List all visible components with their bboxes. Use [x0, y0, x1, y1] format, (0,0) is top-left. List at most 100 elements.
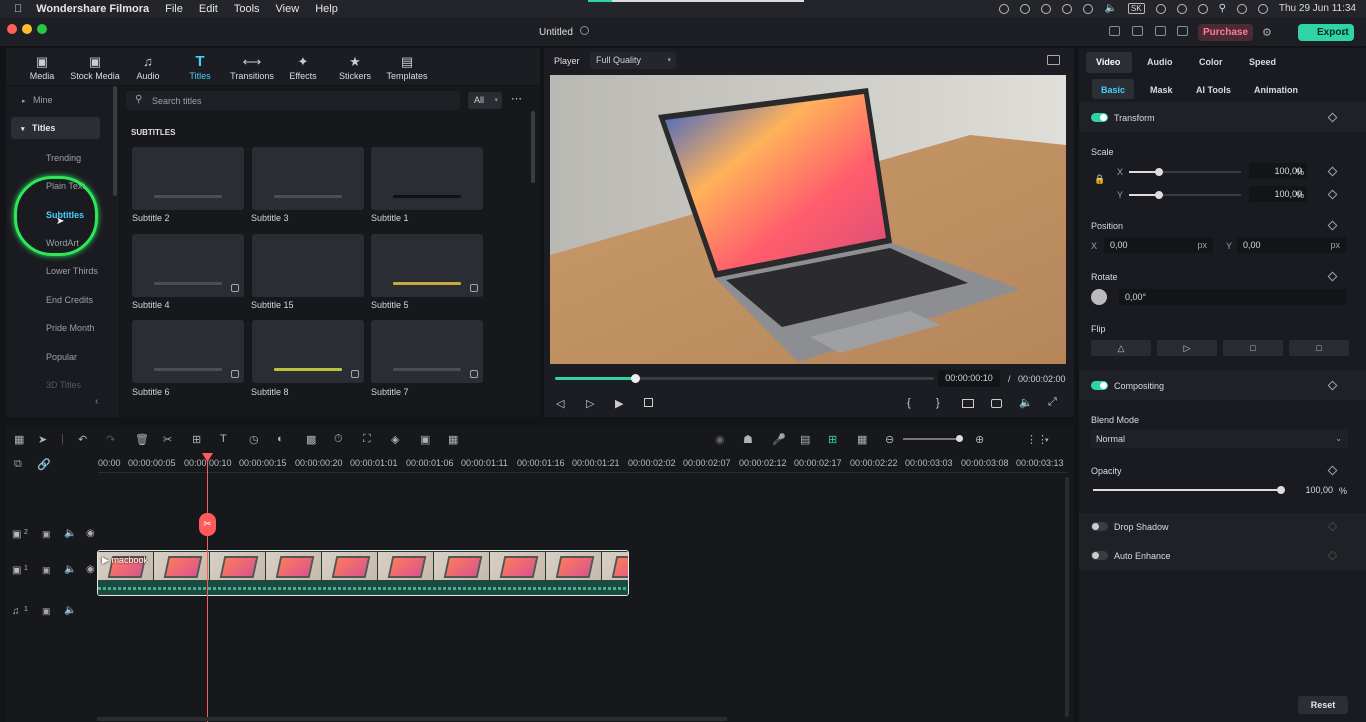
tab-color[interactable]: Color: [1199, 57, 1223, 67]
fit-icon[interactable]: ⛶: [363, 433, 371, 446]
trash-icon[interactable]: [1083, 3, 1094, 14]
download-icon[interactable]: [231, 284, 239, 292]
speed-icon[interactable]: ◷: [249, 433, 259, 446]
apple-icon[interactable]: : [14, 3, 22, 15]
menu-help[interactable]: Help: [315, 3, 338, 15]
menu-file[interactable]: File: [165, 3, 183, 15]
title-thumbnail[interactable]: [132, 234, 244, 297]
timeline-v-scrollbar[interactable]: [1065, 477, 1069, 717]
lock-icon[interactable]: ▣: [42, 565, 51, 576]
subtab-animation[interactable]: Animation: [1254, 85, 1298, 95]
rotate-right-button[interactable]: □: [1223, 340, 1283, 356]
datetime[interactable]: Thu 29 Jun 11:34: [1279, 3, 1356, 14]
trim-icon[interactable]: ▦: [448, 433, 458, 446]
zoom-handle[interactable]: [956, 435, 963, 442]
keyframe-diamond-icon[interactable]: [1327, 189, 1338, 200]
next-frame-icon[interactable]: ▷: [586, 397, 594, 410]
app-name[interactable]: Wondershare Filmora: [36, 3, 149, 15]
grid-scrollbar[interactable]: [531, 111, 535, 183]
flip-vertical-button[interactable]: ▷: [1157, 340, 1217, 356]
download-icon[interactable]: [351, 370, 359, 378]
zoom-in-icon[interactable]: ⊕: [975, 433, 984, 446]
mic-icon[interactable]: 🎤: [772, 433, 786, 446]
title-thumbnail[interactable]: [371, 147, 483, 210]
chevron-down-icon[interactable]: ▾: [1045, 436, 1049, 444]
position-y-input[interactable]: 0,00 px: [1237, 237, 1346, 253]
split-icon[interactable]: ✂: [163, 433, 172, 446]
tab-audio[interactable]: ♫ Audio: [118, 54, 178, 81]
sidebar-item-mine[interactable]: ▸ Mine: [6, 95, 119, 105]
spotlight-icon[interactable]: ⚲: [1219, 3, 1226, 14]
ai-icon[interactable]: ▩: [306, 433, 316, 446]
slider-handle[interactable]: [1155, 191, 1163, 199]
keyboard-layout[interactable]: SK: [1127, 3, 1145, 14]
lock-icon[interactable]: ▣: [42, 606, 51, 617]
keyframe-diamond-icon[interactable]: [1327, 166, 1338, 177]
add-track-icon[interactable]: ⧉: [14, 458, 22, 471]
download-icon[interactable]: [470, 370, 478, 378]
undo-icon[interactable]: ↶: [78, 433, 87, 446]
blend-mode-select[interactable]: Normal ⌄: [1091, 430, 1348, 448]
close-window-button[interactable]: [7, 24, 17, 34]
menu-tools[interactable]: Tools: [234, 3, 260, 15]
title-thumbnail[interactable]: [252, 320, 364, 383]
sidebar-item-popular[interactable]: Popular: [6, 352, 119, 362]
camera-icon[interactable]: [991, 399, 1002, 408]
volume-icon[interactable]: 🔈: [1019, 396, 1033, 409]
battery-icon[interactable]: [1176, 3, 1187, 14]
slider-handle[interactable]: [1155, 168, 1163, 176]
search-input[interactable]: Search titles: [152, 96, 202, 106]
layout-icon[interactable]: [1109, 26, 1120, 36]
sidebar-scrollbar[interactable]: [113, 86, 117, 196]
tab-audio[interactable]: Audio: [1147, 57, 1173, 67]
marker-icon[interactable]: ☗: [743, 433, 753, 446]
rotate-left-button[interactable]: □: [1289, 340, 1349, 356]
eye-icon[interactable]: ◉: [86, 564, 95, 575]
filter-dropdown[interactable]: All ▾: [468, 92, 502, 109]
playhead[interactable]: [207, 456, 208, 722]
timeline-h-scrollbar[interactable]: [97, 717, 727, 721]
opacity-slider[interactable]: [1093, 486, 1285, 494]
sidebar-item-titles[interactable]: ▾ Titles: [11, 117, 100, 139]
stop-icon[interactable]: [644, 398, 653, 407]
sidebar-item-pride-month[interactable]: Pride Month: [6, 323, 119, 333]
purchase-button[interactable]: Purchase: [1198, 24, 1253, 41]
reset-button[interactable]: Reset: [1298, 696, 1348, 714]
mute-icon[interactable]: 🔈: [64, 564, 76, 575]
flip-horizontal-button[interactable]: △: [1091, 340, 1151, 356]
tab-stickers[interactable]: ★ Stickers: [325, 54, 385, 81]
collapse-icon[interactable]: ‹: [95, 396, 98, 407]
play-icon[interactable]: ▶: [615, 397, 623, 410]
tab-effects[interactable]: ✦ Effects: [273, 54, 333, 81]
control-center-icon[interactable]: [1236, 3, 1247, 14]
playback-scrubber[interactable]: [555, 374, 934, 383]
title-thumbnail[interactable]: [371, 234, 483, 297]
mute-icon[interactable]: 🔈: [64, 605, 76, 616]
siri-icon[interactable]: [1257, 3, 1268, 14]
tab-titles[interactable]: T Titles: [170, 54, 230, 81]
select-tool-icon[interactable]: ➤: [38, 433, 47, 446]
grid-icon[interactable]: [1177, 26, 1188, 36]
layout-grid-icon[interactable]: ▦: [14, 433, 24, 446]
volume-icon[interactable]: 🔈: [1104, 3, 1116, 14]
auto-enhance-toggle[interactable]: [1091, 551, 1108, 560]
title-thumbnail[interactable]: [132, 320, 244, 383]
position-x-input[interactable]: 0,00 px: [1104, 237, 1213, 253]
zoom-slider[interactable]: [903, 435, 963, 442]
eye-icon[interactable]: ◉: [86, 528, 95, 539]
cursor-icon[interactable]: [1062, 3, 1073, 14]
tab-stock-media[interactable]: ▣ Stock Media: [65, 54, 125, 81]
tab-media[interactable]: ▣ Media: [12, 54, 72, 81]
text-icon[interactable]: T: [220, 433, 227, 445]
color-icon[interactable]: ◐: [277, 433, 284, 445]
prev-frame-icon[interactable]: ◁: [556, 397, 564, 410]
video-clip[interactable]: ▶ macbook: [97, 550, 629, 596]
sidebar-item-end-credits[interactable]: End Credits: [6, 295, 119, 305]
subtab-ai-tools[interactable]: AI Tools: [1196, 85, 1231, 95]
sidebar-item-lower-thirds[interactable]: Lower Thirds: [6, 266, 119, 276]
link-icon[interactable]: 🔗: [37, 458, 51, 471]
download-icon[interactable]: [231, 370, 239, 378]
subtab-mask[interactable]: Mask: [1150, 85, 1173, 95]
play-status-icon[interactable]: [1155, 3, 1166, 14]
record-icon[interactable]: [1041, 3, 1052, 14]
